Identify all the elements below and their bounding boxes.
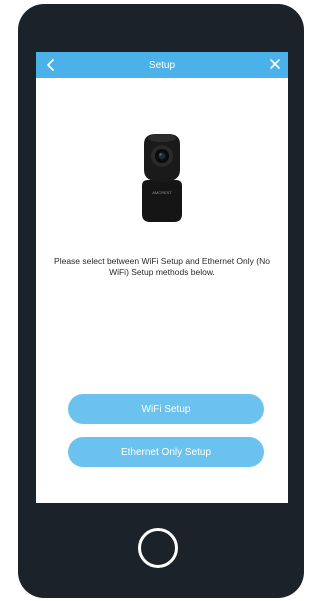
- page-title: Setup: [148, 59, 176, 71]
- camera-image: AMCREST: [142, 134, 182, 222]
- setup-instructions: Please select between WiFi Setup and Eth…: [54, 256, 270, 277]
- wifi-setup-button[interactable]: WiFi Setup: [68, 394, 264, 424]
- ethernet-only-setup-button[interactable]: Ethernet Only Setup: [68, 437, 264, 467]
- close-icon[interactable]: [268, 57, 282, 71]
- chevron-left-icon[interactable]: [44, 58, 58, 72]
- app-screen: Setup AMCREST Please select between WiFi…: [36, 52, 288, 503]
- header-bar: Setup: [36, 52, 288, 78]
- home-button[interactable]: [138, 528, 178, 568]
- camera-brand-text: AMCREST: [152, 190, 172, 195]
